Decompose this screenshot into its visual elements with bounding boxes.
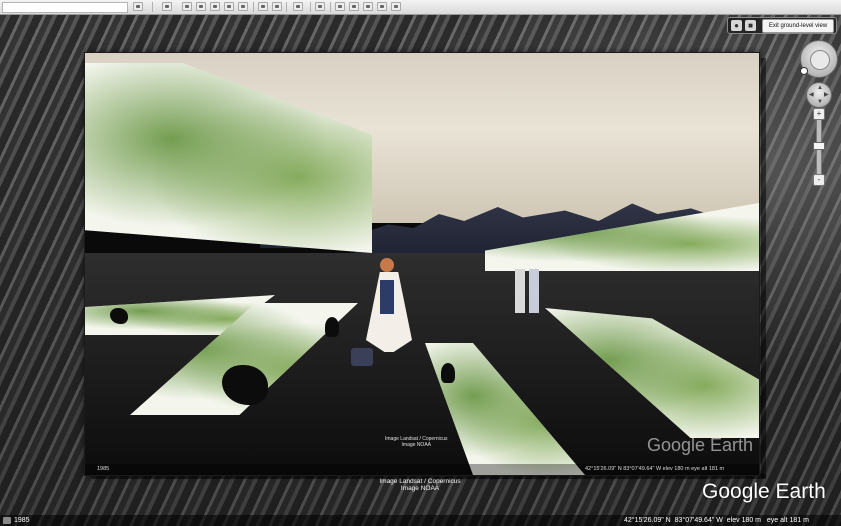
copy-image-icon[interactable] — [377, 2, 387, 11]
move-up-arrow-icon[interactable]: ▲ — [817, 85, 823, 91]
sunlight-icon[interactable] — [272, 2, 282, 11]
longitude: 83°07'49.64" W — [674, 517, 723, 524]
eye-altitude-label: eye alt — [766, 517, 788, 524]
photo-status-bar: 1985 42°15'26.09" N 83°07'49.64" W elev … — [85, 464, 759, 475]
elevation-value: 180 m — [741, 517, 762, 524]
photo-credit: Image Landsat / Copernicus Image NOAA — [385, 436, 448, 448]
sidebar-toggle-icon[interactable] — [162, 2, 172, 11]
toolbar-divider — [152, 2, 153, 12]
pedestrian-couple — [515, 269, 545, 315]
image-overlay-icon[interactable] — [224, 2, 234, 11]
person-figure — [529, 269, 539, 313]
ruler-icon[interactable] — [315, 2, 325, 11]
placemark-icon[interactable] — [182, 2, 192, 11]
ground-level-controls: ● ■ Exit ground-level view — [727, 17, 837, 34]
toolbar-divider — [286, 2, 287, 12]
save-image-icon[interactable] — [363, 2, 373, 11]
photo-overlay[interactable]: Image Landsat / Copernicus Image NOAA Go… — [84, 52, 760, 476]
credit-line: Image NOAA — [400, 485, 440, 492]
historical-imagery-icon[interactable] — [3, 517, 11, 524]
cube-icon[interactable]: ■ — [745, 20, 756, 31]
polygon-icon[interactable] — [196, 2, 206, 11]
view-in-maps-icon[interactable] — [391, 2, 401, 11]
imagery-date: 1985 — [14, 517, 30, 524]
squirrel-silhouette — [110, 308, 128, 324]
zoom-slider-thumb[interactable] — [813, 142, 825, 150]
elevation-label: elev — [726, 517, 740, 524]
toolbar-divider — [253, 2, 254, 12]
photo-status-coords: 42°15'26.09" N 83°07'49.64" W elev 180 m… — [585, 466, 725, 472]
move-joystick[interactable]: ▲ ▼ ◀ ▶ — [806, 82, 832, 108]
print-icon[interactable] — [349, 2, 359, 11]
look-joystick-icon[interactable] — [810, 50, 830, 70]
latitude: 42°15'26.09" N — [624, 517, 671, 524]
zoom-in-button[interactable]: + — [813, 108, 825, 120]
bird-silhouette — [441, 363, 455, 383]
photo-shadow — [761, 58, 766, 478]
photo-credit-line: Image NOAA — [401, 442, 431, 448]
person-figure — [515, 269, 525, 313]
search-button-icon[interactable] — [133, 2, 143, 11]
toolbar-divider — [330, 2, 331, 12]
search-input[interactable] — [2, 2, 128, 13]
toolbar — [0, 0, 841, 15]
north-indicator-icon[interactable] — [800, 67, 808, 75]
look-joystick[interactable] — [800, 40, 838, 78]
bird-silhouette — [325, 317, 339, 337]
exit-ground-level-button[interactable]: Exit ground-level view — [762, 19, 834, 33]
person-vest — [380, 280, 394, 314]
record-tour-icon[interactable] — [238, 2, 248, 11]
move-right-arrow-icon[interactable]: ▶ — [824, 92, 829, 98]
bag — [351, 348, 373, 366]
person-head — [380, 258, 394, 272]
email-icon[interactable] — [335, 2, 345, 11]
credit-line: Image Landsat / Copernicus — [379, 478, 461, 485]
eye-altitude-value: 181 m — [789, 517, 809, 524]
coordinates-readout: 42°15'26.09" N 83°07'49.64" W elev 180 m… — [624, 515, 809, 526]
switch-planet-icon[interactable] — [293, 2, 303, 11]
move-down-arrow-icon[interactable]: ▼ — [817, 99, 823, 105]
google-earth-logo: Google Earth — [702, 480, 826, 503]
historical-imagery-icon[interactable] — [258, 2, 268, 11]
path-icon[interactable] — [210, 2, 220, 11]
photo-status-year: 1985 — [97, 466, 110, 472]
zoom-out-button[interactable]: - — [813, 174, 825, 186]
move-left-arrow-icon[interactable]: ◀ — [809, 92, 814, 98]
status-bar: 1985 42°15'26.09" N 83°07'49.64" W elev … — [0, 515, 841, 526]
toolbar-divider — [310, 2, 311, 12]
person-icon[interactable]: ● — [731, 20, 742, 31]
imagery-credits: Image Landsat / Copernicus Image NOAA — [360, 478, 480, 492]
photo-logo: Google Earth — [647, 435, 754, 455]
